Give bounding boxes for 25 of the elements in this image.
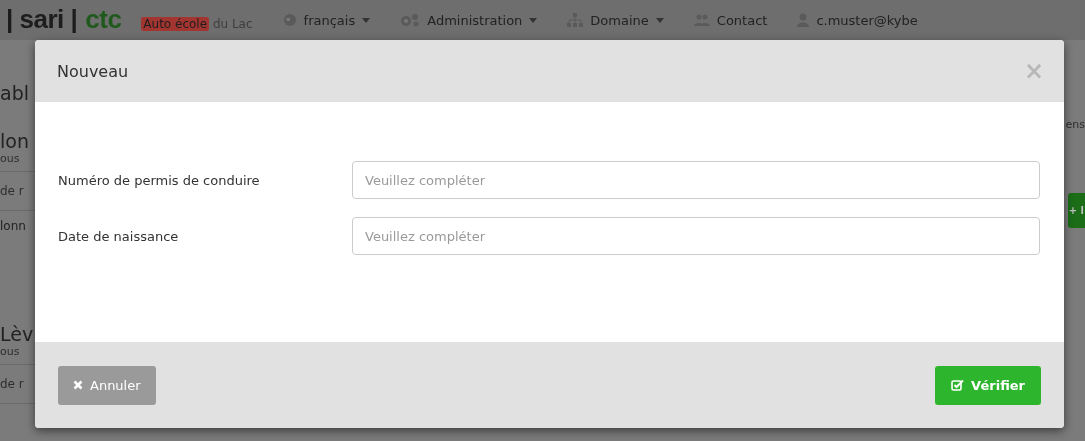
- verify-button[interactable]: Vérifier: [935, 365, 1041, 405]
- page-text-fragment: lon: [0, 130, 29, 152]
- page-text-fragment: abl: [0, 82, 29, 104]
- page-text-fragment: lonn: [0, 218, 26, 233]
- logo-text: | sari |: [6, 4, 78, 36]
- add-button[interactable]: + l: [1067, 193, 1085, 228]
- dialog-title: Nouveau: [57, 61, 129, 81]
- nav-menu[interactable]: c.muster@kybe: [797, 12, 918, 28]
- field-label: Date de naissance: [58, 228, 180, 244]
- nav-menu[interactable]: français: [282, 12, 371, 28]
- school-badge: Auto école: [141, 17, 210, 31]
- input-field[interactable]: Veuillez compléter: [352, 161, 1040, 199]
- logo-text: ctc: [85, 4, 122, 36]
- cancel-button[interactable]: Annuler: [58, 365, 156, 405]
- gears-icon: [400, 13, 421, 27]
- close-icon: [73, 380, 83, 390]
- globe-icon: [282, 13, 297, 27]
- input-field[interactable]: Veuillez compléter: [352, 217, 1040, 255]
- field-label: Numéro de permis de conduire: [58, 172, 261, 188]
- page-text-fragment: Lèv: [0, 323, 34, 345]
- nav-menu[interactable]: Administration: [400, 12, 538, 28]
- page-text-fragment: ens: [1065, 118, 1085, 131]
- nav-menu[interactable]: Contact: [693, 12, 768, 28]
- nav-menu[interactable]: Domaine: [567, 12, 664, 28]
- check-square-icon: [951, 379, 965, 391]
